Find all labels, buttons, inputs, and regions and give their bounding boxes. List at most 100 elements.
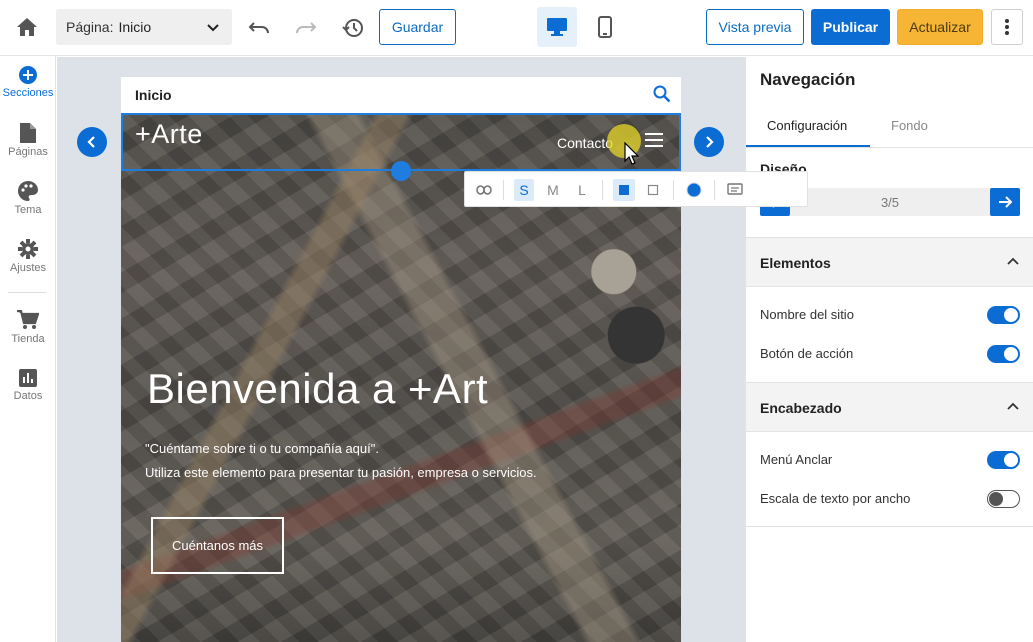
desktop-view-button[interactable] — [537, 7, 577, 47]
size-l-button[interactable]: L — [572, 179, 592, 201]
toggle-knob — [1004, 308, 1018, 322]
publish-button[interactable]: Publicar — [811, 9, 890, 45]
chevron-left-icon — [87, 136, 95, 148]
chevron-up-icon — [1006, 399, 1020, 418]
page-icon — [20, 123, 36, 143]
action-button-toggle[interactable] — [987, 345, 1020, 363]
editor-canvas: Inicio +Arte Contacto Bienvenida a +Art … — [57, 57, 808, 642]
toggle-label-site-name: Nombre del sitio — [760, 307, 854, 322]
fill-style-button[interactable] — [613, 179, 635, 201]
update-button[interactable]: Actualizar — [897, 9, 983, 45]
chevron-down-icon — [206, 20, 220, 37]
site-preview: Inicio +Arte Contacto Bienvenida a +Art … — [121, 77, 681, 642]
toggle-knob — [1004, 453, 1018, 467]
toggle-label-action-button: Botón de acción — [760, 346, 854, 361]
history-icon[interactable] — [338, 13, 368, 43]
anchor-menu-toggle[interactable] — [987, 451, 1020, 469]
left-sidebar: Secciones Páginas Tema Ajustes Tienda Da… — [0, 56, 56, 642]
page-selector[interactable]: Página: Inicio — [56, 9, 232, 45]
toggle-knob — [1004, 347, 1018, 361]
design-next-button[interactable] — [990, 188, 1020, 216]
sidebar-item-pages[interactable]: Páginas — [0, 123, 56, 158]
chart-icon — [19, 369, 37, 387]
hamburger-menu-icon[interactable] — [645, 133, 663, 152]
palette-icon — [18, 181, 38, 201]
sidebar-item-label: Secciones — [2, 87, 54, 99]
kebab-menu-icon — [1005, 19, 1009, 35]
next-layout-arrow[interactable] — [694, 127, 724, 157]
hero-subtitle[interactable]: "Cuéntame sobre ti o tu compañía aquí". … — [145, 437, 537, 485]
redo-icon[interactable] — [291, 13, 321, 43]
outline-square-icon — [647, 184, 659, 196]
site-logo[interactable]: +Arte — [135, 119, 203, 150]
hero-subtitle-line-2: Utiliza este elemento para presentar tu … — [145, 465, 537, 480]
link-icon[interactable] — [473, 179, 495, 201]
sidebar-divider — [8, 292, 46, 293]
tab-divider — [746, 147, 1033, 148]
text-scale-toggle[interactable] — [987, 490, 1020, 508]
gear-icon — [18, 239, 38, 259]
sidebar-item-label: Tienda — [11, 333, 45, 345]
top-toolbar: Página: Inicio Guardar Vista previa Publ… — [0, 0, 1033, 56]
comment-icon[interactable] — [724, 179, 746, 201]
settings-panel: Navegación Configuración Fondo Diseño 3/… — [745, 57, 1033, 642]
block-floating-toolbar: S M L — [464, 171, 808, 207]
panel-divider — [746, 526, 1033, 527]
site-page-bar: Inicio — [121, 77, 681, 113]
section-title: Elementos — [760, 255, 831, 271]
page-selector-value: Inicio — [118, 19, 152, 35]
section-header-elementos[interactable]: Elementos — [746, 237, 1033, 287]
toolbar-divider — [503, 180, 504, 200]
toggle-label-anchor-menu: Menú Anclar — [760, 452, 833, 467]
hero-cta-button[interactable]: Cuéntanos más — [151, 517, 284, 574]
tab-fondo[interactable]: Fondo — [891, 118, 928, 133]
outline-style-button[interactable] — [642, 179, 664, 201]
toolbar-divider — [714, 180, 715, 200]
size-s-button[interactable]: S — [514, 179, 534, 201]
page-selector-label: Página: — [66, 19, 114, 35]
toggle-label-text-scale: Escala de texto por ancho — [760, 491, 911, 506]
desktop-icon — [547, 18, 567, 36]
section-header-encabezado[interactable]: Encabezado — [746, 382, 1033, 432]
panel-title: Navegación — [760, 70, 856, 89]
prev-layout-arrow[interactable] — [77, 127, 107, 157]
sidebar-item-label: Ajustes — [9, 262, 47, 274]
nav-link-contact[interactable]: Contacto — [557, 135, 613, 151]
more-options-button[interactable] — [991, 9, 1023, 45]
sidebar-item-label: Datos — [13, 390, 43, 402]
cart-icon — [17, 310, 39, 329]
mouse-cursor-icon — [624, 141, 640, 171]
hero-subtitle-line-1: "Cuéntame sobre ti o tu compañía aquí". — [145, 441, 379, 456]
filled-square-icon — [619, 185, 629, 195]
sidebar-item-label: Páginas — [8, 146, 48, 158]
toolbar-divider — [673, 180, 674, 200]
arrow-right-icon — [999, 196, 1012, 208]
save-button[interactable]: Guardar — [379, 9, 456, 45]
sidebar-item-store[interactable]: Tienda — [0, 310, 56, 345]
sidebar-item-settings[interactable]: Ajustes — [0, 239, 56, 274]
mobile-icon — [598, 16, 612, 38]
sidebar-item-label: Tema — [14, 204, 42, 216]
toolbar-divider — [602, 180, 603, 200]
home-icon[interactable] — [12, 12, 42, 42]
sidebar-item-theme[interactable]: Tema — [0, 181, 56, 216]
add-circle-icon — [19, 66, 37, 84]
sidebar-item-sections[interactable]: Secciones — [0, 66, 56, 99]
chevron-up-icon — [1006, 254, 1020, 273]
sidebar-item-data[interactable]: Datos — [0, 369, 56, 402]
color-circle-icon — [686, 182, 702, 198]
site-name-toggle[interactable] — [987, 306, 1020, 324]
chevron-right-icon — [706, 136, 714, 148]
color-picker-button[interactable] — [683, 179, 705, 201]
resize-handle[interactable] — [391, 161, 411, 181]
preview-button[interactable]: Vista previa — [706, 9, 804, 45]
mobile-view-button[interactable] — [585, 7, 625, 47]
toggle-knob — [989, 492, 1003, 506]
hero-title[interactable]: Bienvenida a +Art — [147, 365, 488, 413]
tab-configuracion[interactable]: Configuración — [767, 118, 847, 133]
search-icon[interactable] — [653, 85, 671, 106]
site-page-bar-title: Inicio — [135, 87, 172, 103]
size-m-button[interactable]: M — [543, 179, 563, 201]
section-title: Encabezado — [760, 400, 842, 416]
undo-icon[interactable] — [244, 13, 274, 43]
